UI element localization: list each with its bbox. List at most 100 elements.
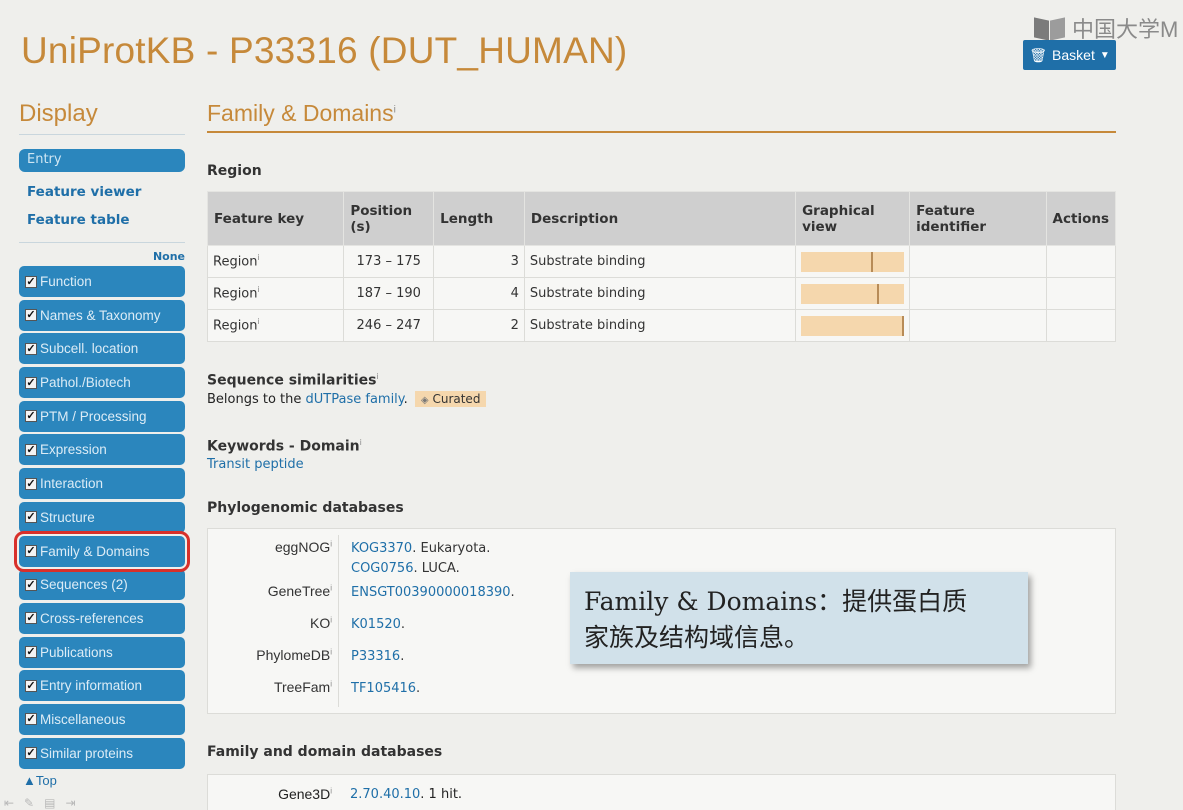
- checkbox-icon[interactable]: ✓: [25, 713, 37, 726]
- position-bar: [801, 283, 905, 304]
- db-link[interactable]: ENSGT00390000018390: [351, 585, 511, 600]
- sidebar-section-similar-proteins[interactable]: ✓ Similar proteins: [19, 737, 185, 769]
- sidebar-section-label: Expression: [40, 442, 107, 458]
- db-link[interactable]: K01520: [351, 617, 401, 632]
- db-value: ENSGT00390000018390.: [338, 579, 515, 612]
- sidebar-section-expression[interactable]: ✓ Expression: [19, 434, 185, 466]
- checkbox-icon[interactable]: ✓: [25, 511, 37, 524]
- checkbox-icon[interactable]: ✓: [25, 410, 37, 423]
- sidebar-heading: Display: [19, 100, 185, 135]
- sidebar-section-miscellaneous[interactable]: ✓ Miscellaneous: [19, 703, 185, 735]
- info-icon[interactable]: i: [330, 648, 332, 657]
- feature-identifier-cell: [909, 277, 1047, 310]
- select-none-link[interactable]: None: [19, 250, 185, 263]
- db-suffix: . Eukaryota.: [412, 541, 491, 557]
- sidebar-section-cross-references[interactable]: ✓ Cross-references: [19, 602, 185, 634]
- db-link[interactable]: KOG3370: [351, 541, 412, 556]
- info-icon[interactable]: i: [258, 317, 260, 326]
- checkbox-icon[interactable]: ✓: [25, 545, 37, 557]
- checkbox-icon[interactable]: ✓: [25, 578, 37, 591]
- section-title: Family & Domainsi: [207, 100, 1116, 133]
- gene3d-link[interactable]: 2.70.40.10: [350, 787, 420, 802]
- sidebar-section-label: Function: [40, 274, 92, 289]
- info-icon[interactable]: i: [330, 680, 332, 689]
- feature-key-cell: Regioni: [206, 245, 345, 278]
- sidebar-section-subcell-location[interactable]: ✓ Subcell. location: [19, 333, 185, 365]
- feature-viewer-link[interactable]: Feature viewer: [19, 184, 185, 200]
- db-suffix: .: [400, 617, 406, 633]
- similarities-suffix: .: [403, 391, 408, 407]
- info-icon[interactable]: i: [360, 438, 362, 447]
- description-cell: Substrate binding: [523, 277, 797, 310]
- feature-table-link[interactable]: Feature table: [19, 212, 185, 228]
- sidebar-entry-button[interactable]: Entry: [19, 149, 185, 172]
- db-suffix: .: [416, 681, 421, 697]
- checkbox-icon[interactable]: ✓: [25, 747, 37, 760]
- sidebar-section-label: Entry information: [40, 678, 143, 694]
- checkbox-icon[interactable]: ✓: [25, 477, 37, 490]
- info-icon[interactable]: i: [330, 584, 332, 593]
- info-icon[interactable]: i: [258, 253, 260, 262]
- col-position: Position (s): [343, 191, 435, 246]
- col-actions: Actions: [1045, 191, 1117, 246]
- chevron-down-icon: ▼: [1099, 49, 1110, 61]
- checkbox-icon[interactable]: ✓: [25, 376, 37, 389]
- sidebar-section-family-domains[interactable]: ✓ Family & Domains: [14, 530, 190, 572]
- info-icon[interactable]: i: [330, 786, 332, 795]
- checkbox-icon[interactable]: ✓: [25, 309, 37, 322]
- basket-button[interactable]: 🗑 Basket ▼: [1023, 40, 1116, 70]
- caption-line-1: Family & Domains：提供蛋白质: [584, 587, 968, 616]
- info-icon[interactable]: i: [258, 285, 260, 294]
- db-link[interactable]: COG0756: [351, 561, 413, 576]
- sidebar-section-ptm-processing[interactable]: ✓ PTM / Processing: [19, 400, 185, 432]
- top-link[interactable]: ▲Top: [19, 773, 185, 788]
- sidebar-section-pathol-biotech[interactable]: ✓ Pathol./Biotech: [19, 367, 185, 399]
- sidebar-section-structure[interactable]: ✓ Structure: [19, 501, 185, 533]
- info-icon[interactable]: i: [330, 540, 332, 549]
- info-icon[interactable]: i: [330, 616, 332, 625]
- col-feature-key: Feature key: [206, 191, 345, 246]
- db-value: K01520.: [338, 611, 406, 644]
- basket-label: Basket: [1052, 47, 1095, 63]
- sidebar-section-entry-information[interactable]: ✓ Entry information: [19, 670, 185, 702]
- checkbox-icon[interactable]: ✓: [25, 612, 37, 625]
- sidebar-section-label: Publications: [40, 644, 113, 660]
- caption-line-2: 家族及结构域信息。: [584, 623, 810, 652]
- sidebar-section-publications[interactable]: ✓ Publications: [19, 636, 185, 668]
- sidebar-section-names-taxonomy[interactable]: ✓ Names & Taxonomy: [19, 299, 185, 331]
- actions-cell: [1045, 277, 1117, 310]
- checkbox-icon[interactable]: ✓: [25, 443, 37, 456]
- db-value: KOG3370. Eukaryota. COG0756. LUCA.: [338, 535, 491, 580]
- sidebar-section-label: PTM / Processing: [40, 408, 147, 424]
- sidebar-section-label: Cross-references: [40, 610, 144, 626]
- db-value-line: TF105416.: [351, 679, 420, 699]
- checkbox-icon[interactable]: ✓: [25, 646, 37, 659]
- checkbox-icon[interactable]: ✓: [25, 342, 37, 355]
- info-icon[interactable]: i: [394, 104, 396, 115]
- position-link[interactable]: 187 – 190: [343, 277, 435, 310]
- position-link[interactable]: 173 – 175: [343, 245, 435, 278]
- gene3d-label: Gene3Di: [208, 786, 338, 802]
- position-mark: [871, 251, 874, 272]
- db-link[interactable]: TF105416: [351, 681, 416, 696]
- section-title-text: Family & Domains: [207, 100, 394, 126]
- region-table: Feature key Position (s) Length Descript…: [206, 191, 1117, 342]
- sidebar-section-label: Similar proteins: [40, 745, 134, 761]
- transit-peptide-link[interactable]: Transit peptide: [207, 457, 1116, 472]
- sidebar-section-function[interactable]: ✓ Function: [19, 266, 185, 297]
- sidebar-section-sequences-2[interactable]: ✓ Sequences (2): [19, 569, 185, 601]
- table-row: Regioni 246 – 247 2 Substrate binding: [206, 309, 1117, 342]
- similarities-prefix: Belongs to the: [207, 391, 306, 407]
- db-link[interactable]: P33316: [351, 649, 400, 664]
- info-icon[interactable]: i: [376, 372, 378, 381]
- sidebar-section-label: Pathol./Biotech: [40, 375, 131, 391]
- caption-overlay: Family & Domains：提供蛋白质 家族及结构域信息。: [570, 572, 1028, 664]
- sidebar-section-interaction[interactable]: ✓ Interaction: [19, 468, 185, 500]
- checkbox-icon[interactable]: ✓: [25, 679, 37, 692]
- table-row: Regioni 187 – 190 4 Substrate binding: [206, 277, 1117, 310]
- sidebar-section-label: Structure: [40, 509, 95, 525]
- dutpase-family-link[interactable]: dUTPase family: [306, 392, 404, 407]
- checkbox-icon[interactable]: ✓: [25, 275, 37, 288]
- position-link[interactable]: 246 – 247: [343, 309, 435, 342]
- col-feature-identifier: Feature identifier: [909, 191, 1047, 246]
